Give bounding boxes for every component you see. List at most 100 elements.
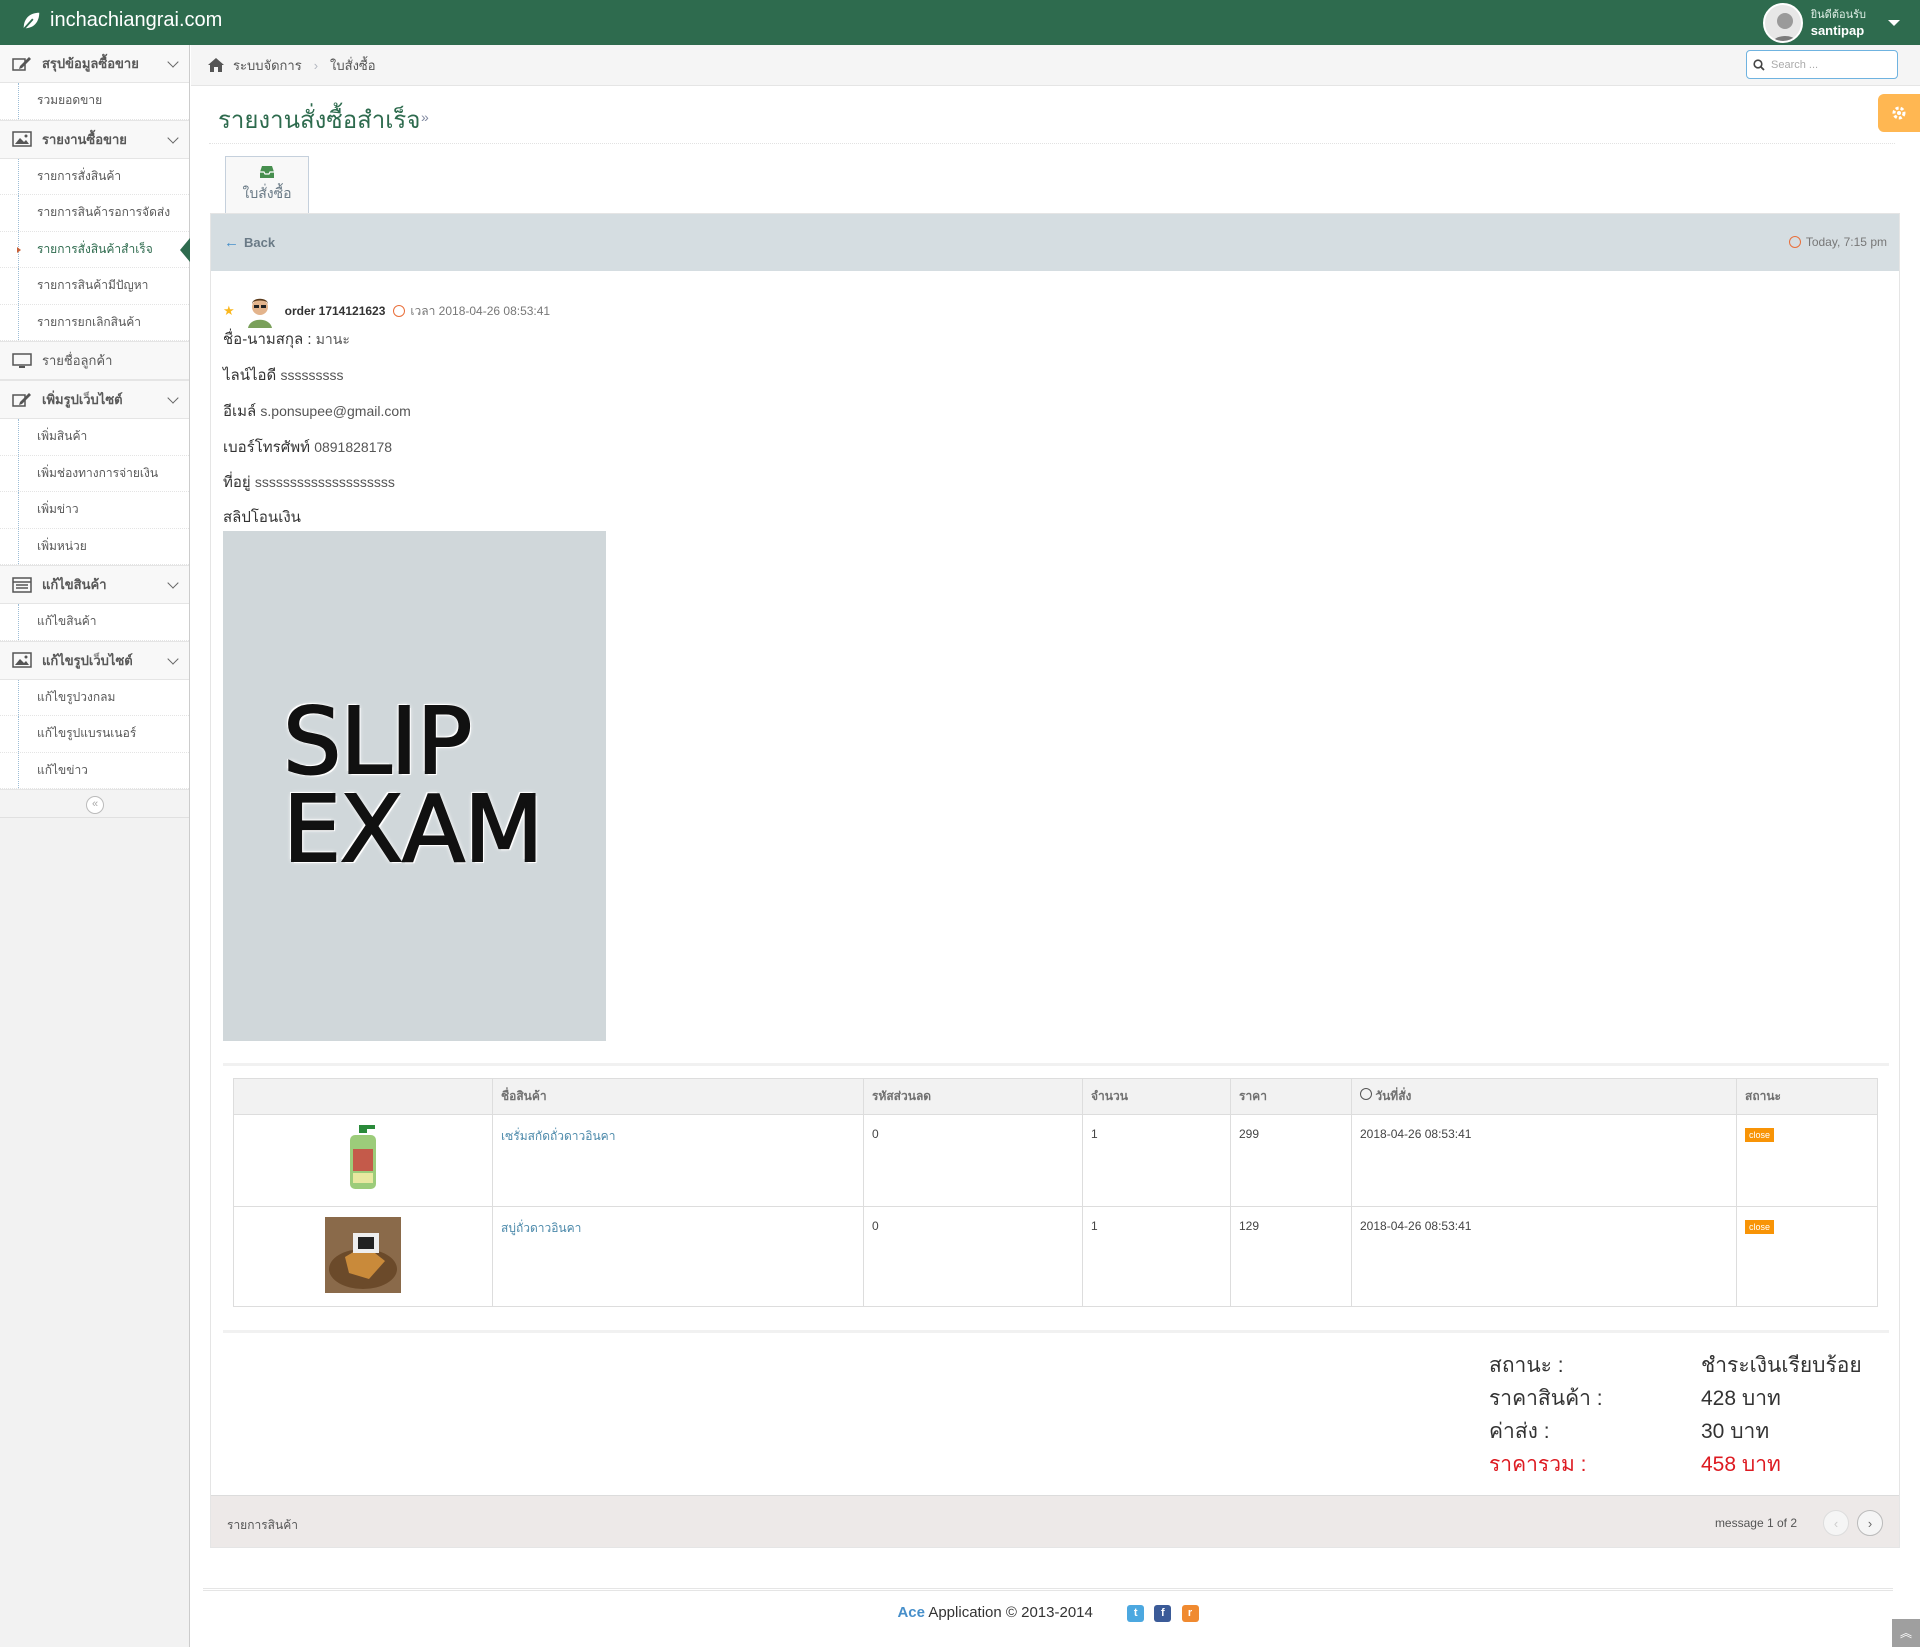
price: 299 bbox=[1230, 1114, 1352, 1207]
today-text: Today, 7:15 pm bbox=[1805, 235, 1887, 249]
table-row: เซรั่มสกัดถั่วดาวอินคา 0 1 299 2018-04-2… bbox=[233, 1114, 1878, 1207]
double-chevron-left-icon[interactable]: « bbox=[86, 796, 104, 814]
clock-icon bbox=[1360, 1088, 1372, 1100]
sidebar-item-cancelled-orders[interactable]: รายการยกเลิกสินค้า bbox=[0, 304, 189, 341]
panel-footer: รายการสินค้า message 1 of 2 ‹ › bbox=[211, 1495, 1899, 1547]
sidebar-item-completed-orders[interactable]: รายการสั่งสินค้าสำเร็จ bbox=[0, 231, 190, 268]
field-value: sssssssss bbox=[280, 367, 344, 383]
chevron-down-icon bbox=[167, 577, 179, 589]
summary-value: 458 บาท bbox=[1701, 1453, 1781, 1476]
sidebar-item-add-news[interactable]: เพิ่มข่าว bbox=[0, 492, 189, 529]
chevron-down-icon bbox=[167, 56, 179, 68]
footer-copyright: Application © 2013-2014 bbox=[925, 1604, 1093, 1621]
table-header: ราคา bbox=[1230, 1078, 1352, 1115]
status-badge: close bbox=[1745, 1220, 1775, 1234]
sidebar-group-edit-product[interactable]: แก้ไขสินค้า bbox=[0, 566, 189, 604]
order-items-table: ชื่อสินค้า รหัสส่วนลด จำนวน ราคา วันที่ส… bbox=[233, 1078, 1878, 1307]
sidebar-item-pending-shipping[interactable]: รายการสินค้ารอการจัดส่ง bbox=[0, 195, 189, 232]
sidebar-item-total-sales[interactable]: รวมยอดขาย bbox=[0, 83, 189, 120]
divider bbox=[223, 1063, 1889, 1066]
sidebar-item-edit-circle[interactable]: แก้ไขรูปวงกลม bbox=[0, 679, 189, 716]
product-image-cell bbox=[233, 1114, 493, 1207]
tab-purchase-order[interactable]: ใบสั่งซื้อ bbox=[225, 156, 309, 214]
edit-icon bbox=[12, 392, 31, 407]
clock-icon bbox=[1788, 236, 1801, 248]
field-value: มานะ bbox=[315, 331, 350, 347]
sidebar-item-customers[interactable]: รายชื่อลูกค้า bbox=[0, 342, 189, 380]
table-header-date: วันที่สั่ง bbox=[1351, 1078, 1737, 1115]
slip-watermark-text: SLIP EXAM bbox=[282, 695, 544, 877]
message-count: message 1 of 2 bbox=[1714, 1516, 1797, 1530]
sidebar-group-label: แก้ไขสินค้า bbox=[42, 577, 107, 592]
sidebar-item-problem-orders[interactable]: รายการสินค้ามีปัญหา bbox=[0, 268, 189, 305]
field-value: s.ponsupee@gmail.com bbox=[260, 403, 411, 419]
serum-bottle-image bbox=[350, 1125, 376, 1189]
sidebar-group-add-website[interactable]: เพิ่มรูปเว็บไซต์ bbox=[0, 381, 189, 419]
sidebar-item-add-unit[interactable]: เพิ่มหน่วย bbox=[0, 528, 189, 565]
order-time-text: เวลา 2018-04-26 08:53:41 bbox=[410, 303, 551, 318]
product-name[interactable]: เซรั่มสกัดถั่วดาวอินคา bbox=[492, 1114, 864, 1207]
brand-name: inchachiangrai.com bbox=[50, 9, 223, 31]
sidebar-item-orders[interactable]: รายการสั่งสินค้า bbox=[0, 158, 189, 195]
breadcrumb-home[interactable]: ระบบจัดการ bbox=[233, 55, 302, 76]
clock-icon bbox=[393, 305, 406, 317]
panel-footer-label: รายการสินค้า bbox=[227, 1518, 298, 1532]
payment-slip-image: SLIP EXAM bbox=[223, 531, 606, 1041]
star-icon[interactable]: ★ bbox=[223, 303, 235, 319]
summary-value: ชำระเงินเรียบร้อย bbox=[1701, 1354, 1862, 1377]
search-placeholder: Search ... bbox=[1771, 58, 1819, 71]
field-value: 0891828178 bbox=[314, 439, 393, 455]
home-icon bbox=[208, 58, 224, 72]
sidebar-item-add-product[interactable]: เพิ่มสินค้า bbox=[0, 419, 189, 456]
summary-shipping-row: ค่าส่ง : 30 บาท bbox=[1489, 1415, 1869, 1448]
address-row: ที่อยู่ ssssssssssssssssssss bbox=[223, 470, 395, 494]
sidebar-group-sales-summary[interactable]: สรุปข้อมูลซื้อขาย bbox=[0, 45, 189, 83]
order-date: 2018-04-26 08:53:41 bbox=[1351, 1114, 1737, 1207]
caret-right-icon bbox=[17, 246, 21, 253]
back-label: Back bbox=[244, 235, 276, 250]
prev-page-button[interactable]: ‹ bbox=[1823, 1510, 1849, 1536]
order-summary: สถานะ : ชำระเงินเรียบร้อย ราคาสินค้า : 4… bbox=[1489, 1349, 1869, 1481]
breadcrumb-current: ใบสั่งซื้อ bbox=[330, 57, 376, 73]
list-icon bbox=[12, 576, 32, 593]
table-header bbox=[233, 1078, 493, 1115]
edit-icon bbox=[12, 56, 31, 71]
next-page-button[interactable]: › bbox=[1857, 1510, 1883, 1536]
soap-product-image bbox=[325, 1217, 401, 1293]
product-name[interactable]: สบู่ถั่วดาวอินคา bbox=[492, 1206, 864, 1307]
customer-name-row: ชื่อ-นามสกุล : มานะ bbox=[223, 327, 350, 351]
sidebar-item-edit-news[interactable]: แก้ไขข่าว bbox=[0, 752, 189, 789]
sidebar-item-label: รายการสั่งสินค้าสำเร็จ bbox=[37, 241, 153, 256]
field-label: ไลน์ไอดี bbox=[223, 367, 277, 384]
line-id-row: ไลน์ไอดี sssssssss bbox=[223, 363, 343, 387]
sidebar-group-sales-report[interactable]: รายงานซื้อขาย bbox=[0, 120, 189, 159]
summary-value: 428 บาท bbox=[1701, 1387, 1781, 1410]
summary-total-row: ราคารวม : 458 บาท bbox=[1489, 1448, 1869, 1481]
sidebar-group-label: สรุปข้อมูลซื้อขาย bbox=[42, 56, 139, 71]
price: 129 bbox=[1230, 1206, 1352, 1307]
leaf-icon bbox=[22, 12, 40, 30]
arrow-left-icon: ← bbox=[224, 234, 239, 251]
email-row: อีเมล์ s.ponsupee@gmail.com bbox=[223, 399, 411, 423]
sidebar-group-edit-website[interactable]: แก้ไขรูปเว็บไซต์ bbox=[0, 641, 189, 680]
user-menu[interactable]: ยินดีต้อนรับ santipap bbox=[1762, 2, 1900, 43]
search-input[interactable]: Search ... bbox=[1746, 50, 1898, 79]
pagination: message 1 of 2 ‹ › bbox=[1715, 1510, 1883, 1536]
rss-icon[interactable]: r bbox=[1181, 1604, 1199, 1622]
summary-label: ราคาสินค้า : bbox=[1489, 1387, 1603, 1410]
facebook-icon[interactable]: f bbox=[1154, 1604, 1172, 1622]
order-header: ★ order 1714121623 เวลา 2018-04-26 08:53… bbox=[223, 294, 550, 328]
sidebar-group-label: แก้ไขรูปเว็บไซต์ bbox=[42, 652, 133, 668]
sidebar-item-edit-banner[interactable]: แก้ไขรูปแบรนเนอร์ bbox=[0, 716, 189, 753]
sidebar-item-add-payment[interactable]: เพิ่มช่องทางการจ่ายเงิน bbox=[0, 455, 189, 492]
sidebar-item-edit-product[interactable]: แก้ไขสินค้า bbox=[0, 604, 189, 641]
brand-link[interactable]: inchachiangrai.com bbox=[20, 9, 222, 32]
welcome-text: ยินดีต้อนรับ bbox=[1810, 8, 1866, 21]
twitter-icon[interactable]: t bbox=[1127, 1604, 1145, 1622]
back-button[interactable]: ← Back bbox=[224, 234, 275, 251]
table-header: รหัสส่วนลด bbox=[863, 1078, 1083, 1115]
scroll-top-button[interactable]: ︽ bbox=[1892, 1619, 1920, 1647]
caret-down-icon[interactable] bbox=[1888, 19, 1900, 26]
field-label: ชื่อ-นามสกุล : bbox=[223, 331, 312, 348]
status-cell: close bbox=[1736, 1206, 1878, 1307]
